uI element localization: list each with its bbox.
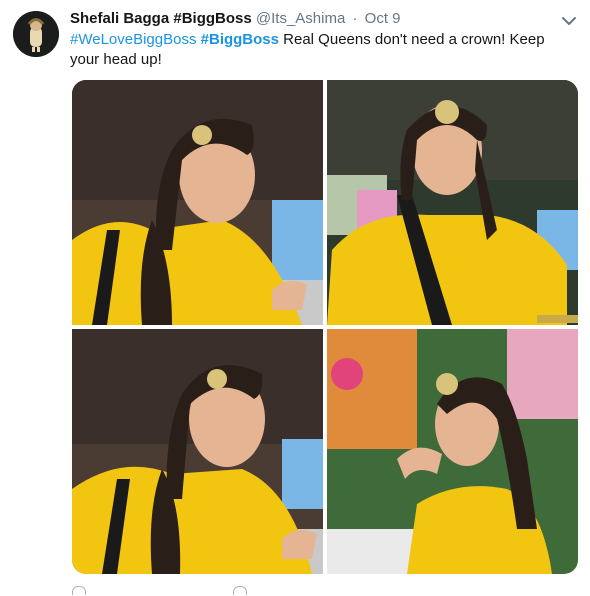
author-handle[interactable]: @Its_Ashima bbox=[256, 10, 345, 27]
photo-2[interactable] bbox=[327, 80, 578, 325]
photo-1[interactable] bbox=[72, 80, 323, 325]
hashtag-link[interactable]: #BiggBoss bbox=[201, 31, 279, 48]
avatar[interactable] bbox=[13, 11, 59, 57]
media-grid bbox=[72, 80, 578, 574]
reply-icon[interactable] bbox=[72, 586, 86, 595]
tweet-actions bbox=[70, 586, 490, 596]
chevron-down-icon[interactable] bbox=[561, 14, 577, 26]
tweet-header: Shefali Bagga #BiggBoss @Its_Ashima · Oc… bbox=[70, 9, 401, 29]
separator-dot: · bbox=[352, 10, 358, 27]
tweet-card[interactable]: Shefali Bagga #BiggBoss @Its_Ashima · Oc… bbox=[0, 0, 590, 596]
author-name[interactable]: Shefali Bagga #BiggBoss bbox=[70, 10, 252, 27]
photo-3[interactable] bbox=[72, 329, 323, 574]
hashtag-link[interactable]: #WeLoveBiggBoss bbox=[70, 31, 196, 48]
timestamp[interactable]: Oct 9 bbox=[365, 10, 401, 27]
photo-4[interactable] bbox=[327, 329, 578, 574]
tweet-text: #WeLoveBiggBoss #BiggBoss Real Queens do… bbox=[70, 30, 575, 70]
heart-icon[interactable] bbox=[233, 586, 247, 595]
